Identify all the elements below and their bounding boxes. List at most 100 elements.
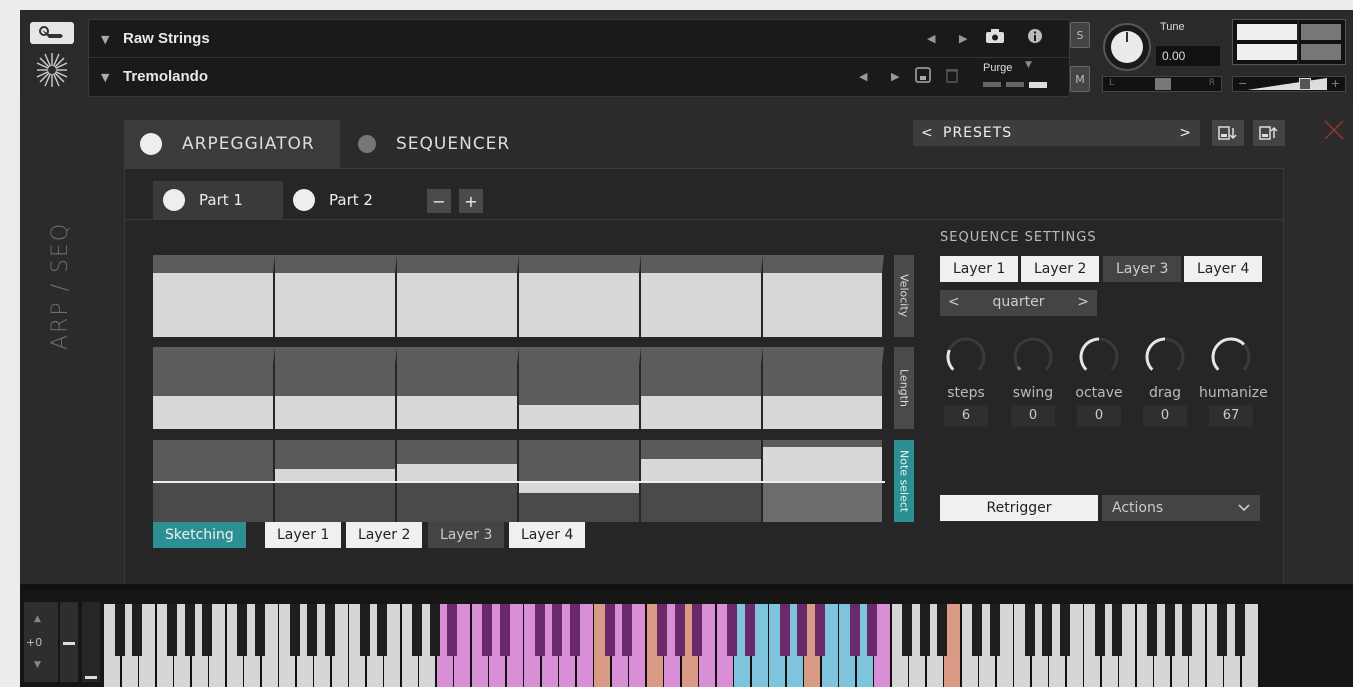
black-key[interactable]	[552, 604, 563, 656]
step-cell[interactable]	[275, 255, 397, 337]
resolution-selector[interactable]: < quarter >	[940, 290, 1097, 316]
close-icon[interactable]	[1323, 118, 1345, 148]
black-key[interactable]	[989, 604, 1000, 656]
presets-next-icon[interactable]: >	[1179, 120, 1192, 146]
transpose-control[interactable]: ▲ +0 ▼	[24, 602, 58, 682]
instrument-nav-arrows[interactable]: ◀ ▶	[927, 32, 977, 45]
black-key[interactable]	[674, 604, 685, 656]
caret-down-icon[interactable]: ▼	[101, 33, 109, 46]
black-key[interactable]	[429, 604, 440, 656]
step-cell[interactable]	[153, 255, 275, 337]
presets-selector[interactable]: < PRESETS >	[913, 120, 1200, 146]
part-2-radio[interactable]	[293, 189, 315, 211]
tab-sequencer[interactable]: SEQUENCER	[340, 120, 560, 168]
tab-part-2[interactable]: Part 2	[283, 181, 413, 219]
tab-arpeggiator[interactable]: ARPEGGIATOR	[124, 120, 340, 168]
seq-layer-2-button[interactable]: Layer 2	[1021, 256, 1100, 282]
solo-button[interactable]: S	[1070, 22, 1090, 48]
resolution-next-icon[interactable]: >	[1077, 294, 1089, 310]
pan-handle[interactable]	[1155, 78, 1171, 90]
caret-down-icon[interactable]: ▼	[101, 71, 109, 84]
black-key[interactable]	[499, 604, 510, 656]
layer-2-button[interactable]: Layer 2	[346, 522, 423, 548]
knob-steps[interactable]	[945, 336, 987, 382]
instrument-name[interactable]: Raw Strings	[123, 30, 210, 47]
sequencer-radio[interactable]	[358, 135, 376, 153]
info-icon[interactable]	[1027, 28, 1043, 48]
tab-part-1[interactable]: Part 1	[153, 181, 283, 219]
step-cell[interactable]	[641, 347, 763, 429]
volume-handle[interactable]	[1299, 78, 1311, 90]
step-cell[interactable]	[397, 347, 519, 429]
piano-keyboard[interactable]	[104, 604, 1260, 687]
black-key[interactable]	[114, 604, 125, 656]
black-key[interactable]	[132, 604, 143, 656]
mute-button[interactable]: M	[1070, 66, 1090, 92]
step-cell[interactable]	[397, 255, 519, 337]
load-preset-icon[interactable]	[1253, 120, 1285, 146]
part-1-radio[interactable]	[163, 189, 185, 211]
black-key[interactable]	[657, 604, 668, 656]
black-key[interactable]	[797, 604, 808, 656]
black-key[interactable]	[254, 604, 265, 656]
black-key[interactable]	[534, 604, 545, 656]
sketching-button[interactable]: Sketching	[153, 522, 246, 548]
black-key[interactable]	[814, 604, 825, 656]
step-cell[interactable]	[519, 347, 641, 429]
black-key[interactable]	[1024, 604, 1035, 656]
save-icon[interactable]	[915, 67, 931, 87]
camera-icon[interactable]	[985, 28, 1005, 48]
save-preset-icon[interactable]	[1212, 120, 1244, 146]
black-key[interactable]	[167, 604, 178, 656]
black-key[interactable]	[867, 604, 878, 656]
black-key[interactable]	[1042, 604, 1053, 656]
black-key[interactable]	[1217, 604, 1228, 656]
black-key[interactable]	[289, 604, 300, 656]
black-key[interactable]	[377, 604, 388, 656]
knob-octave[interactable]	[1078, 336, 1120, 382]
black-key[interactable]	[307, 604, 318, 656]
step-cell[interactable]	[519, 255, 641, 337]
seq-layer-3-button[interactable]: Layer 3	[1103, 256, 1182, 282]
layer-3-button[interactable]: Layer 3	[428, 522, 505, 548]
black-key[interactable]	[1112, 604, 1123, 656]
presets-prev-icon[interactable]: <	[921, 120, 934, 146]
mod-wheel[interactable]	[82, 602, 100, 682]
black-key[interactable]	[324, 604, 335, 656]
layer-1-button[interactable]: Layer 1	[265, 522, 342, 548]
black-key[interactable]	[692, 604, 703, 656]
knob-drag[interactable]	[1144, 336, 1186, 382]
black-key[interactable]	[919, 604, 930, 656]
black-key[interactable]	[1147, 604, 1158, 656]
knob-steps-value[interactable]: 6	[944, 405, 988, 427]
knob-drag-value[interactable]: 0	[1143, 405, 1187, 427]
black-key[interactable]	[1182, 604, 1193, 656]
black-key[interactable]	[412, 604, 423, 656]
step-cell[interactable]	[153, 347, 275, 429]
knob-humanize[interactable]	[1210, 336, 1252, 382]
black-key[interactable]	[779, 604, 790, 656]
knob-octave-value[interactable]: 0	[1077, 405, 1121, 427]
note-select-row-label[interactable]: Note select	[894, 440, 914, 522]
black-key[interactable]	[1164, 604, 1175, 656]
purge-dropdown[interactable]: Purge	[983, 62, 1012, 74]
velocity-row-label[interactable]: Velocity	[894, 255, 914, 337]
black-key[interactable]	[937, 604, 948, 656]
black-key[interactable]	[482, 604, 493, 656]
black-key[interactable]	[744, 604, 755, 656]
knob-humanize-value[interactable]: 67	[1209, 405, 1253, 427]
black-key[interactable]	[1094, 604, 1105, 656]
step-cell[interactable]	[763, 255, 884, 337]
step-cell[interactable]	[275, 347, 397, 429]
actions-dropdown[interactable]: Actions	[1102, 495, 1260, 521]
articulation-name[interactable]: Tremolando	[123, 68, 208, 85]
tune-value[interactable]: 0.00	[1156, 46, 1220, 66]
knob-swing-value[interactable]: 0	[1011, 405, 1055, 427]
black-key[interactable]	[972, 604, 983, 656]
black-key[interactable]	[604, 604, 615, 656]
tune-knob[interactable]	[1102, 22, 1152, 72]
pan-slider[interactable]: L R	[1102, 76, 1222, 92]
seq-layer-4-button[interactable]: Layer 4	[1184, 256, 1263, 282]
volume-slider[interactable]: − +	[1232, 76, 1346, 92]
black-key[interactable]	[202, 604, 213, 656]
